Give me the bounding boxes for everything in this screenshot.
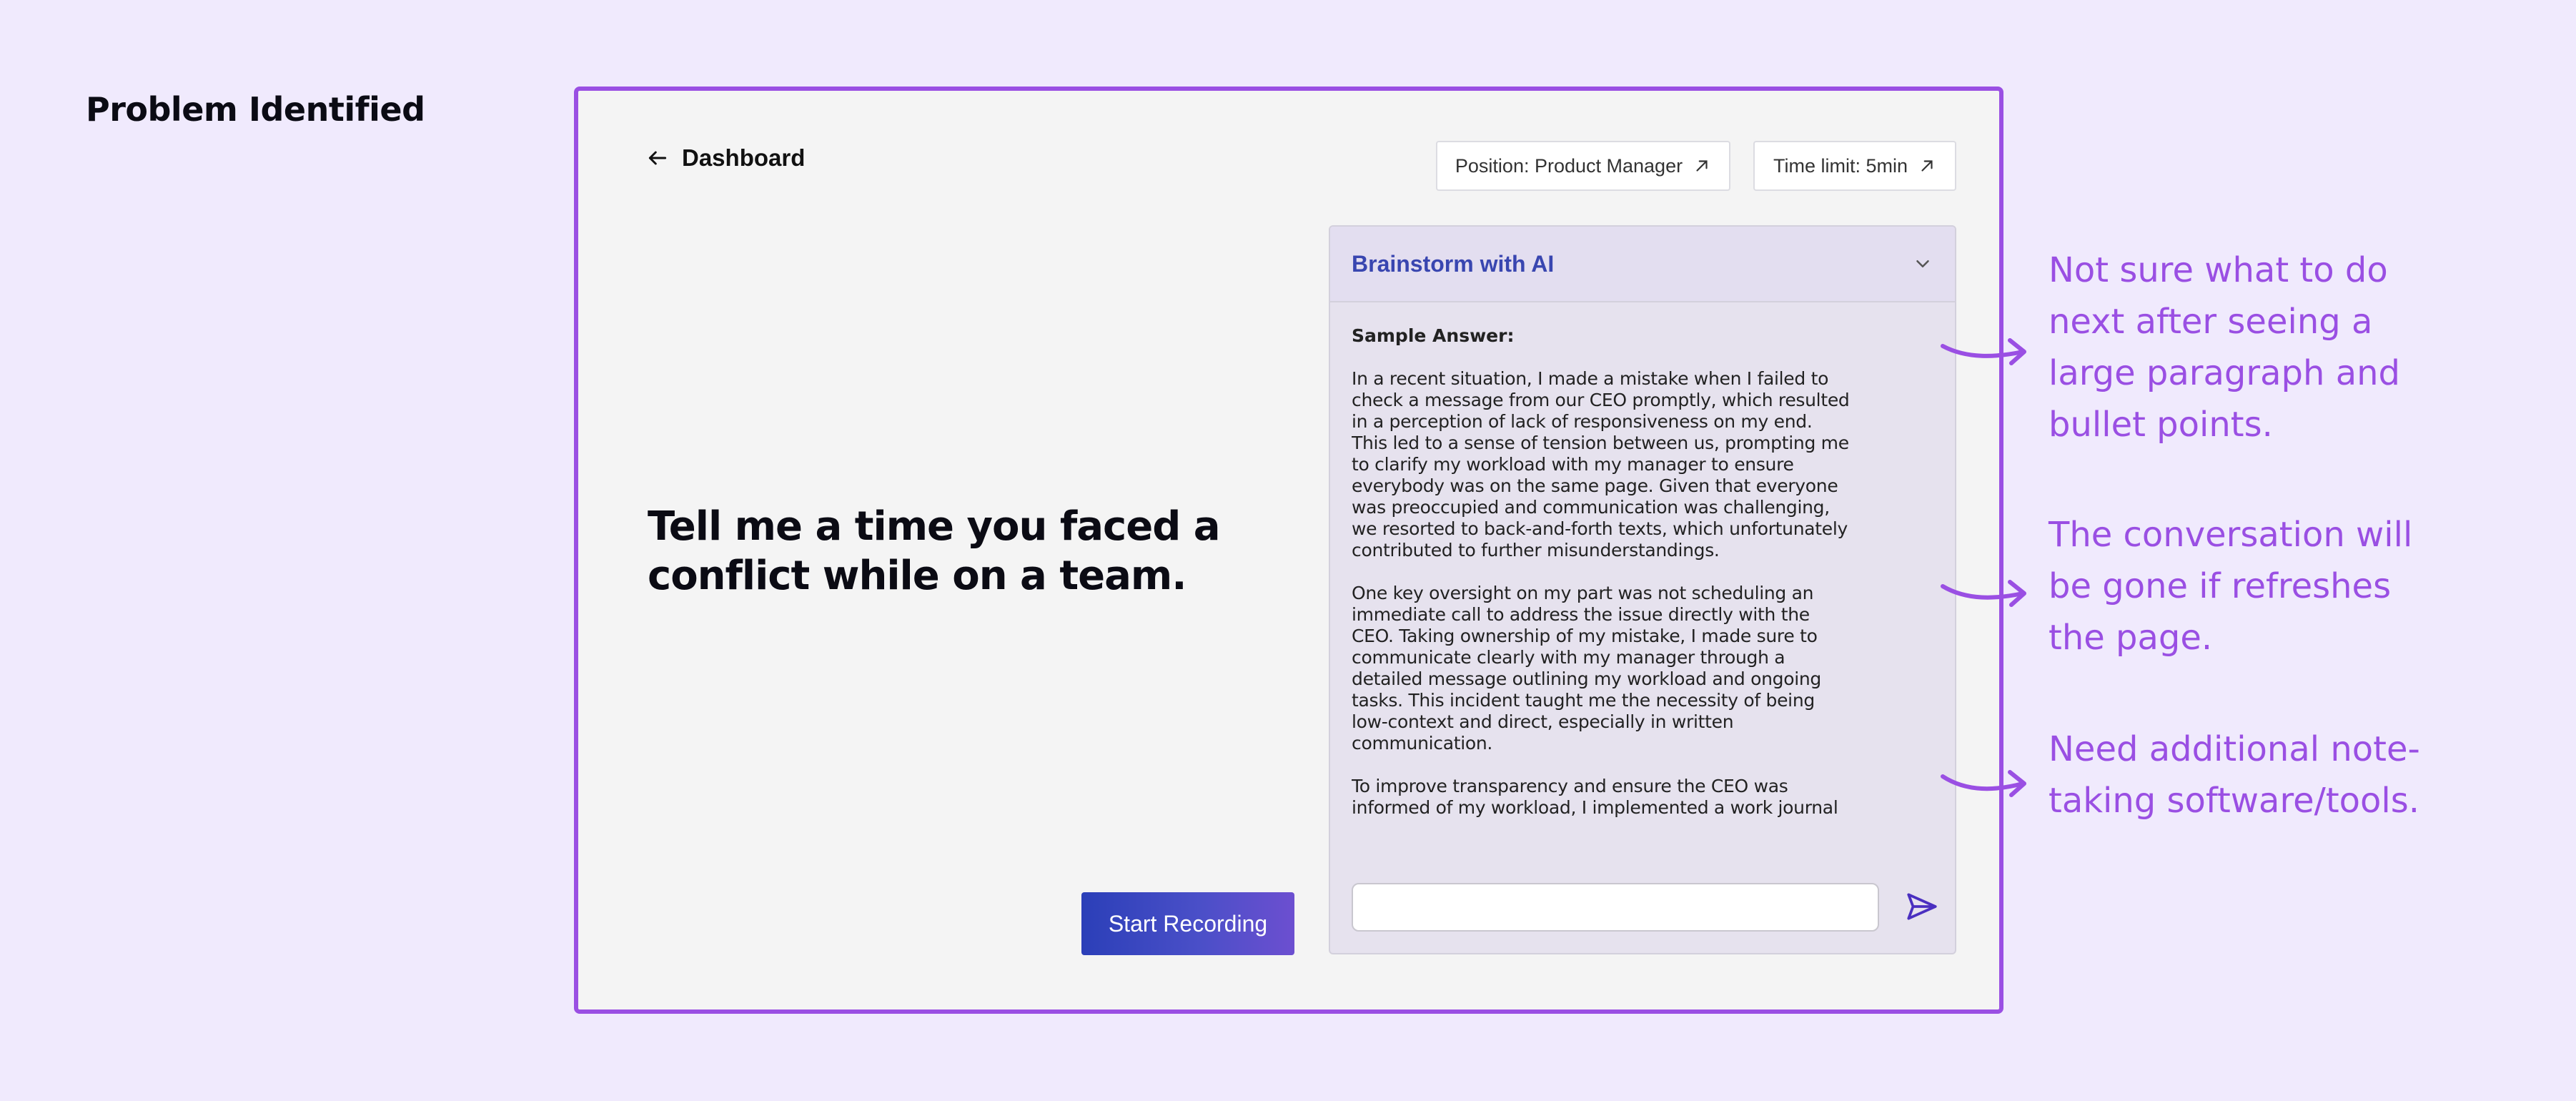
back-label: Dashboard xyxy=(682,144,806,171)
ai-panel-title: Brainstorm with AI xyxy=(1352,250,1555,277)
answer-paragraph: To improve transparency and ensure the C… xyxy=(1352,776,1838,817)
section-title: Problem Identified xyxy=(86,90,425,129)
arrow-up-right-icon xyxy=(1696,160,1708,172)
time-limit-chip[interactable]: Time limit: 5min xyxy=(1753,141,1956,191)
ai-response-body: Sample Answer: In a recent situation, I … xyxy=(1352,325,1852,817)
brainstorm-ai-panel: Brainstorm with AI Sample Answer: In a r… xyxy=(1329,225,1956,954)
annotation-note: The conversation will be gone if refresh… xyxy=(2049,515,2413,658)
chevron-down-icon[interactable] xyxy=(1912,253,1933,275)
app-frame: Dashboard Position: Product Manager Time… xyxy=(574,87,2003,1014)
sample-answer-label: Sample Answer: xyxy=(1352,325,1515,346)
answer-paragraph: In a recent situation, I made a mistake … xyxy=(1352,368,1850,561)
ai-panel-header[interactable]: Brainstorm with AI xyxy=(1330,227,1955,302)
curved-arrow-icon xyxy=(1941,580,2026,607)
back-to-dashboard-link[interactable]: Dashboard xyxy=(646,144,805,172)
curved-arrow-icon xyxy=(1941,770,2026,797)
send-icon xyxy=(1907,893,1937,920)
arrow-left-icon xyxy=(648,151,667,165)
ai-chat-input[interactable] xyxy=(1352,883,1879,932)
position-chip[interactable]: Position: Product Manager xyxy=(1436,141,1730,191)
answer-paragraph: One key oversight on my part was not sch… xyxy=(1352,583,1821,754)
interview-question: Tell me a time you faced a conflict whil… xyxy=(648,503,1221,599)
send-button[interactable] xyxy=(1903,889,1941,926)
annotation-note: Not sure what to do next after seeing a … xyxy=(2049,250,2400,445)
position-chip-label: Position: Product Manager xyxy=(1455,154,1683,177)
annotation-note: Need additional note-taking software/too… xyxy=(2049,729,2420,821)
time-chip-label: Time limit: 5min xyxy=(1773,154,1908,177)
arrow-up-right-icon xyxy=(1921,160,1933,172)
start-recording-button[interactable]: Start Recording xyxy=(1081,892,1294,955)
curved-arrow-icon xyxy=(1941,338,2026,365)
